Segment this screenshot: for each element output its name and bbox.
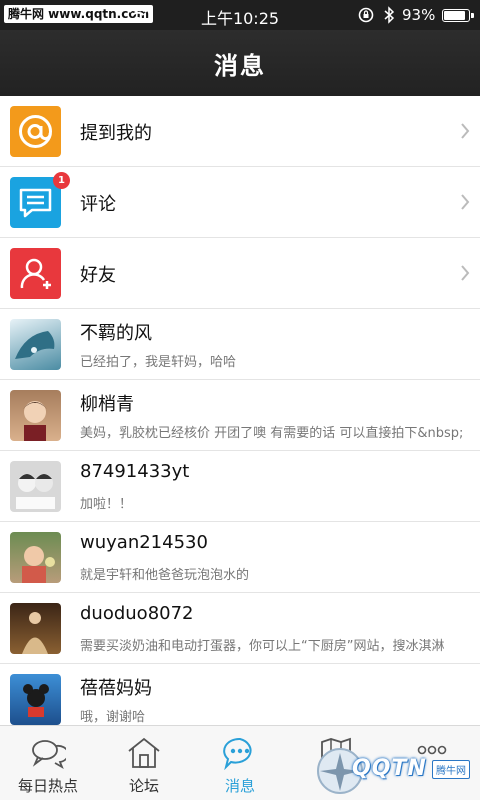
menu-item-friends[interactable]: 好友 bbox=[0, 238, 480, 309]
tab-daily-hot[interactable]: 每日热点 bbox=[0, 726, 96, 800]
message-preview: 加啦！！ bbox=[80, 497, 133, 512]
contact-name: 蓓蓓妈妈 bbox=[80, 678, 152, 699]
unread-badge: 1 bbox=[53, 172, 70, 189]
tab-forum[interactable]: 论坛 bbox=[96, 726, 192, 800]
tab-label: 消息 bbox=[224, 777, 255, 795]
avatar bbox=[10, 603, 61, 654]
battery-icon bbox=[442, 9, 474, 22]
avatar bbox=[10, 461, 61, 512]
at-icon bbox=[10, 106, 61, 157]
avatar bbox=[10, 532, 61, 583]
watermark-text: QQTN bbox=[352, 756, 427, 781]
bluetooth-icon bbox=[384, 6, 395, 24]
message-icon bbox=[223, 737, 252, 770]
contact-name: 87491433yt bbox=[80, 461, 190, 482]
status-bar: 腾牛网 www.qqtn.com 上午10:25 93% bbox=[0, 0, 480, 30]
conversation-item[interactable]: 柳梢青 美妈，乳胶枕已经核价 开团了噢 有需要的话 可以直接拍下&nbsp; bbox=[0, 380, 480, 451]
page-title: 消息 bbox=[214, 52, 266, 80]
chat-bubbles-icon bbox=[32, 740, 66, 770]
menu-label: 评论 bbox=[80, 194, 116, 215]
watermark-badge: 腾牛网 bbox=[432, 760, 470, 779]
conversation-item[interactable]: duoduo8072 需要买淡奶油和电动打蛋器，你可以上“下厨房”网站，搜冰淇淋 bbox=[0, 593, 480, 664]
rotation-lock-icon bbox=[358, 7, 374, 23]
contact-name: duoduo8072 bbox=[80, 603, 194, 624]
menu-item-mentions[interactable]: 提到我的 bbox=[0, 96, 480, 167]
add-friend-icon bbox=[10, 248, 61, 299]
menu-label: 提到我的 bbox=[80, 123, 152, 144]
tab-label: 每日热点 bbox=[17, 777, 78, 795]
menu-label: 好友 bbox=[80, 265, 116, 286]
chevron-right-icon bbox=[461, 194, 470, 210]
battery-percent: 93% bbox=[402, 6, 436, 24]
conversation-item[interactable]: 蓓蓓妈妈 哦，谢谢哈 bbox=[0, 664, 480, 725]
contact-name: wuyan214530 bbox=[80, 532, 208, 553]
conversation-item[interactable]: 不羁的风 已经拍了，我是轩妈，哈哈 bbox=[0, 309, 480, 380]
tab-label: 论坛 bbox=[128, 777, 159, 795]
conversation-item[interactable]: wuyan214530 就是宇轩和他爸爸玩泡泡水的 bbox=[0, 522, 480, 593]
tab-messages[interactable]: 消息 bbox=[192, 726, 288, 800]
chevron-right-icon bbox=[461, 123, 470, 139]
avatar bbox=[10, 674, 61, 725]
nav-bar: 消息 bbox=[0, 30, 480, 96]
message-preview: 已经拍了，我是轩妈，哈哈 bbox=[80, 355, 237, 370]
conversation-item[interactable]: 87491433yt 加啦！！ bbox=[0, 451, 480, 522]
contact-name: 不羁的风 bbox=[80, 323, 152, 344]
message-preview: 美妈，乳胶枕已经核价 开团了噢 有需要的话 可以直接拍下&nbsp; bbox=[80, 426, 464, 441]
message-preview: 就是宇轩和他爸爸玩泡泡水的 bbox=[80, 568, 250, 583]
message-list[interactable]: 提到我的 1 评论 好友 不羁的风 已经拍了，我是轩妈，哈哈 柳梢青 美妈，乳胶… bbox=[0, 96, 480, 725]
home-icon bbox=[128, 737, 160, 768]
contact-name: 柳梢青 bbox=[80, 394, 134, 415]
message-preview: 需要买淡奶油和电动打蛋器，你可以上“下厨房”网站，搜冰淇淋 bbox=[80, 639, 445, 654]
avatar bbox=[10, 390, 61, 441]
menu-item-comments[interactable]: 1 评论 bbox=[0, 167, 480, 238]
battery-level bbox=[444, 11, 466, 20]
message-preview: 哦，谢谢哈 bbox=[80, 710, 146, 725]
avatar bbox=[10, 319, 61, 370]
chevron-right-icon bbox=[461, 265, 470, 281]
